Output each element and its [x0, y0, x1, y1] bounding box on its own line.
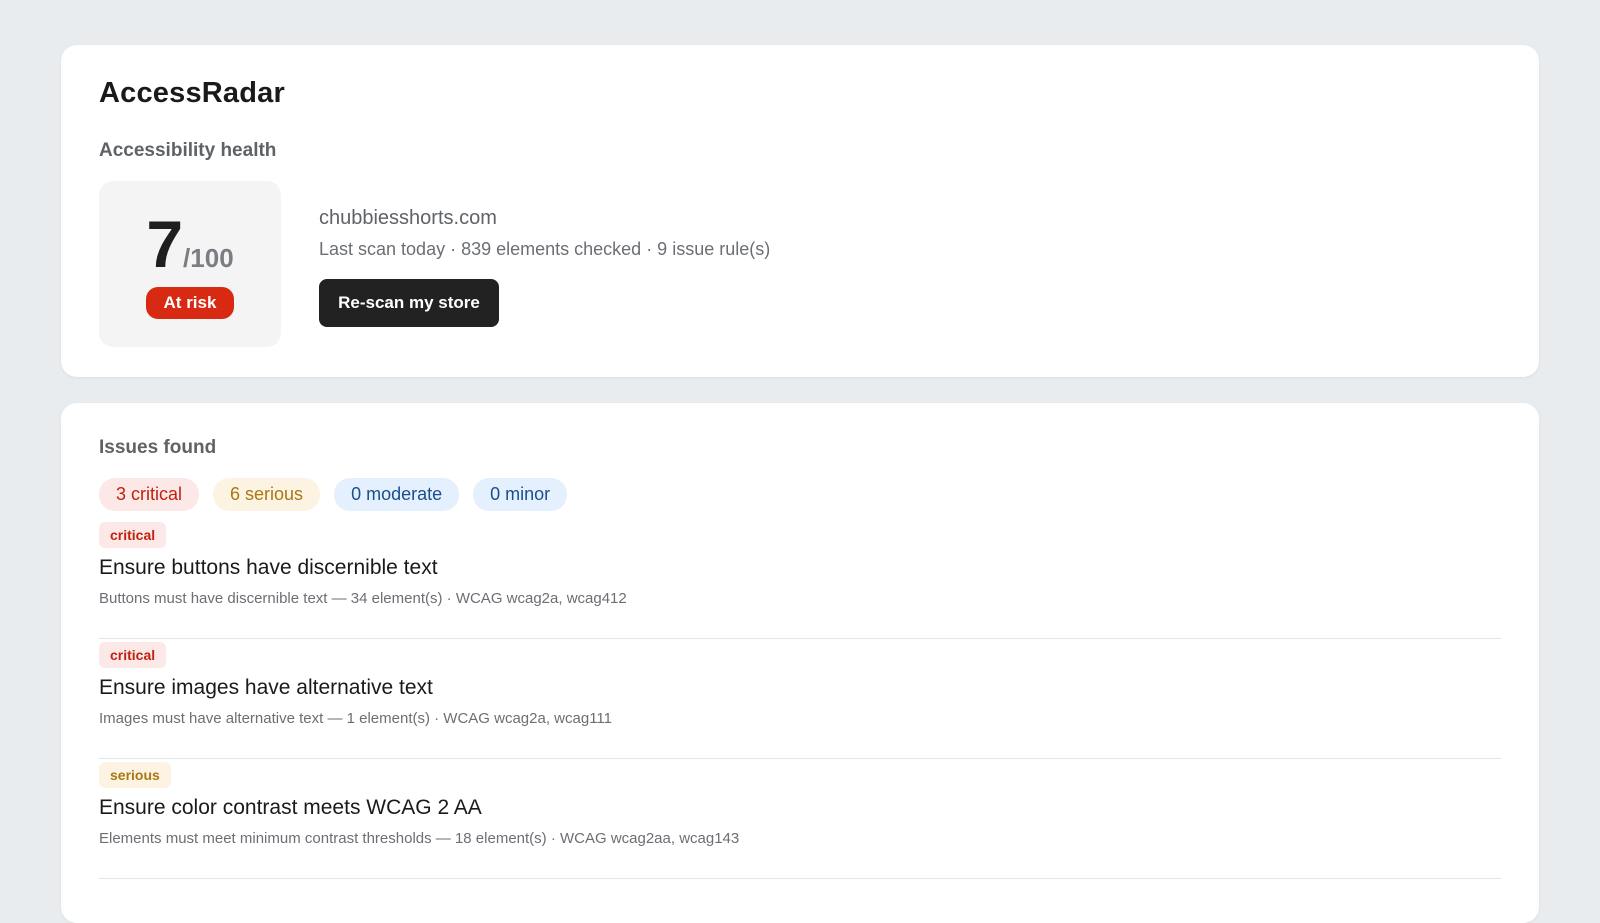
issue-detail: Elements must meet minimum contrast thre… [99, 830, 740, 847]
store-domain: chubbiesshorts.com [319, 207, 497, 229]
issues-list: critical Ensure buttons have discernible… [99, 520, 1501, 879]
app-title: AccessRadar [99, 77, 285, 109]
severity-summary: 3 critical 6 serious 0 moderate 0 minor [99, 478, 568, 511]
store-info: chubbiesshorts.com Last scan today · 839… [319, 207, 770, 260]
issue-item[interactable]: critical Ensure buttons have discernible… [99, 520, 1501, 639]
issue-title: Ensure buttons have discernible text [99, 556, 438, 579]
score-display: 7/100 [99, 211, 281, 277]
filter-minor-chip[interactable]: 0 minor [473, 478, 568, 511]
score-panel: 7/100 At risk [99, 181, 281, 347]
rescan-button[interactable]: Re-scan my store [319, 279, 499, 327]
issue-item[interactable]: serious Ensure color contrast meets WCAG… [99, 760, 1501, 879]
score-value: 7 [146, 207, 184, 281]
issue-detail: Buttons must have discernible text — 34 … [99, 590, 627, 607]
issue-title: Ensure images have alternative text [99, 676, 433, 699]
status-badge: At risk [146, 287, 234, 319]
filter-moderate-chip[interactable]: 0 moderate [334, 478, 460, 511]
severity-badge: critical [99, 522, 167, 548]
score-max: /100 [183, 243, 234, 273]
issue-detail: Images must have alternative text — 1 el… [99, 710, 612, 727]
issue-title: Ensure color contrast meets WCAG 2 AA [99, 796, 482, 819]
filter-critical-chip[interactable]: 3 critical [99, 478, 200, 511]
issues-heading: Issues found [99, 437, 217, 458]
health-heading: Accessibility health [99, 140, 277, 161]
severity-badge: critical [99, 642, 167, 668]
filter-serious-chip[interactable]: 6 serious [213, 478, 321, 511]
issues-card: Issues found 3 critical 6 serious 0 mode… [61, 403, 1539, 923]
severity-badge: serious [99, 762, 171, 788]
health-card: AccessRadar Accessibility health 7/100 A… [61, 45, 1539, 377]
scan-meta: Last scan today · 839 elements checked ·… [319, 239, 771, 259]
issue-item[interactable]: critical Ensure images have alternative … [99, 640, 1501, 759]
